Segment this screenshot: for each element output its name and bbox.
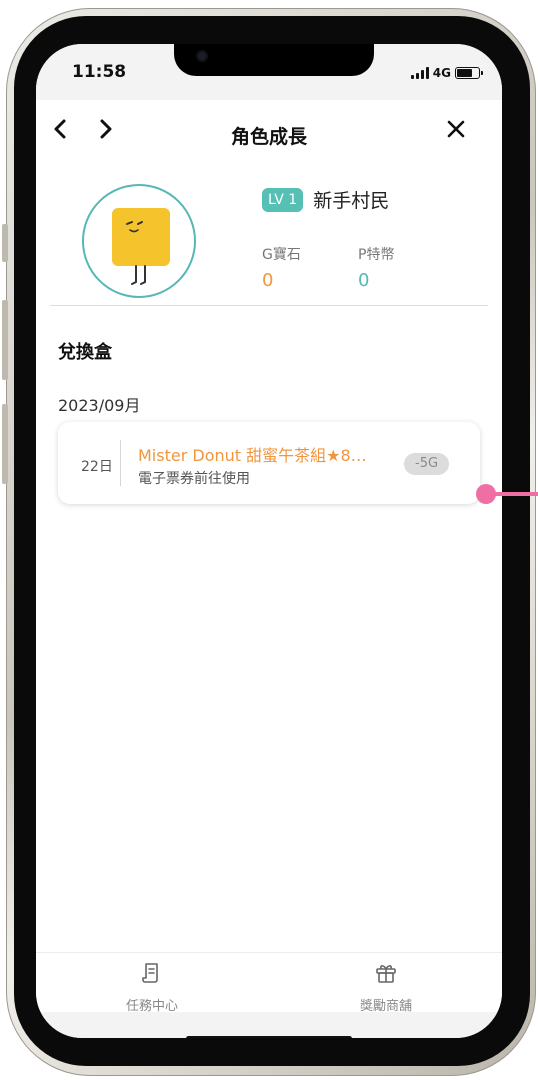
status-time: 11:58	[72, 62, 127, 82]
card-divider	[120, 440, 121, 486]
status-indicators: 4G	[410, 66, 483, 80]
notch	[174, 44, 374, 76]
divider	[50, 305, 488, 306]
gift-icon	[376, 965, 396, 983]
annotation-line	[494, 492, 538, 496]
stat-g-gems: G寶石 0	[262, 244, 301, 291]
app-screen: 11:58 4G 角色成長 LV 1 新手村民 G寶石 0 P特幣 0 兌換盒 …	[36, 44, 502, 1038]
page-title: 角色成長	[230, 126, 307, 148]
header-bar: 角色成長	[36, 100, 502, 164]
user-title: 新手村民	[313, 190, 390, 212]
stat-value: 0	[358, 270, 370, 291]
month-label: 2023/09月	[58, 396, 141, 415]
cost-badge: -5G	[404, 453, 450, 476]
card-title: Mister Donut 甜蜜午茶組★8…	[138, 446, 367, 465]
close-icon	[447, 120, 465, 138]
scroll-icon	[142, 963, 158, 983]
tab-task-center[interactable]: 任務中心	[92, 961, 212, 1014]
level-row: LV 1 新手村民	[262, 186, 389, 213]
home-indicator[interactable]	[186, 1036, 352, 1038]
bottom-tab-bar: 任務中心 獎勵商舖	[36, 952, 502, 1014]
card-subtitle: 電子票券前往使用	[138, 471, 250, 487]
stat-value: 0	[262, 270, 274, 291]
card-day: 22日	[81, 459, 113, 475]
avatar[interactable]	[82, 184, 196, 298]
annotation-marker	[476, 484, 496, 504]
battery-icon	[455, 67, 483, 79]
home-indicator-area	[36, 1012, 502, 1038]
volume-up-button	[2, 300, 8, 380]
volume-down-button	[2, 404, 8, 484]
front-camera	[196, 50, 208, 62]
character-avatar-icon	[112, 208, 170, 285]
stat-p-coins: P特幣 0	[358, 244, 394, 291]
stat-label: G寶石	[262, 247, 301, 263]
tab-rewards-shop[interactable]: 獎勵商舖	[326, 961, 446, 1014]
close-button[interactable]	[446, 118, 466, 145]
section-title: 兌換盒	[58, 342, 112, 363]
network-type: 4G	[432, 66, 451, 80]
mute-switch	[2, 224, 8, 262]
signal-icon	[410, 67, 429, 79]
redemption-card[interactable]: 22日 Mister Donut 甜蜜午茶組★8… 電子票券前往使用 -5G	[58, 422, 480, 504]
stat-label: P特幣	[358, 247, 395, 263]
level-badge: LV 1	[262, 187, 304, 212]
status-bar: 11:58 4G	[36, 44, 502, 100]
